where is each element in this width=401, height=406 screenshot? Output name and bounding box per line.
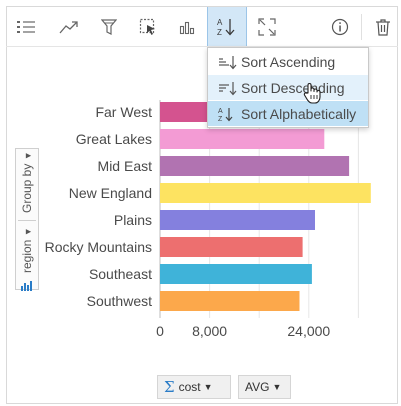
x-tick-label: 0 [156,323,164,339]
sum-field-dropdown[interactable]: Σ cost ▼ [157,375,231,399]
bar[interactable] [160,183,371,203]
svg-text:A: A [218,108,223,115]
bar[interactable] [160,291,300,311]
region-field-label[interactable]: region ▼ [20,227,34,273]
sort-alphabetical-icon: A Z [218,107,233,122]
bar[interactable] [160,237,303,257]
statistic-label: AVG [245,380,270,394]
category-label: Great Lakes [76,131,152,147]
sort-ascending-option[interactable]: Sort Ascending [208,49,368,74]
category-label: Southwest [87,293,152,309]
category-label: Far West [95,104,152,120]
bar[interactable] [160,264,312,284]
group-by-panel[interactable]: Group by ▼ region ▼ [15,148,39,291]
sort-ascending-label: Sort Ascending [241,53,336,70]
category-label: New England [69,185,152,201]
category-label: Southeast [89,266,152,282]
sort-menu: Sort Ascending Sort Descending A Z Sort … [207,47,369,128]
svg-text:Z: Z [218,116,223,122]
chevron-down-icon: ▼ [272,382,282,392]
sigma-icon: Σ [164,378,175,396]
bar[interactable] [160,129,325,149]
chevron-down-icon: ▼ [203,382,213,392]
x-tick-label: 24,000 [287,323,330,339]
sort-alphabetically-option[interactable]: A Z Sort Alphabetically [208,101,368,126]
x-tick-label: 8,000 [192,323,227,339]
group-by-label: Group by ▼ [20,151,34,213]
category-label: Mid East [98,158,153,174]
sum-field-label: cost [178,380,201,394]
sort-ascending-icon [219,55,237,69]
bar[interactable] [160,210,315,230]
bar-chart-small-icon [21,278,34,296]
hand-cursor-icon [303,82,321,109]
sort-descending-label: Sort Descending [241,79,345,96]
sort-descending-icon [219,81,237,95]
panel-divider [18,220,36,221]
category-label: Rocky Mountains [45,239,152,255]
bar[interactable] [160,156,350,176]
sort-descending-option[interactable]: Sort Descending [208,75,368,100]
category-label: Plains [114,212,152,228]
sort-alphabetically-label: Sort Alphabetically [241,105,357,122]
statistic-dropdown[interactable]: AVG ▼ [238,375,291,399]
